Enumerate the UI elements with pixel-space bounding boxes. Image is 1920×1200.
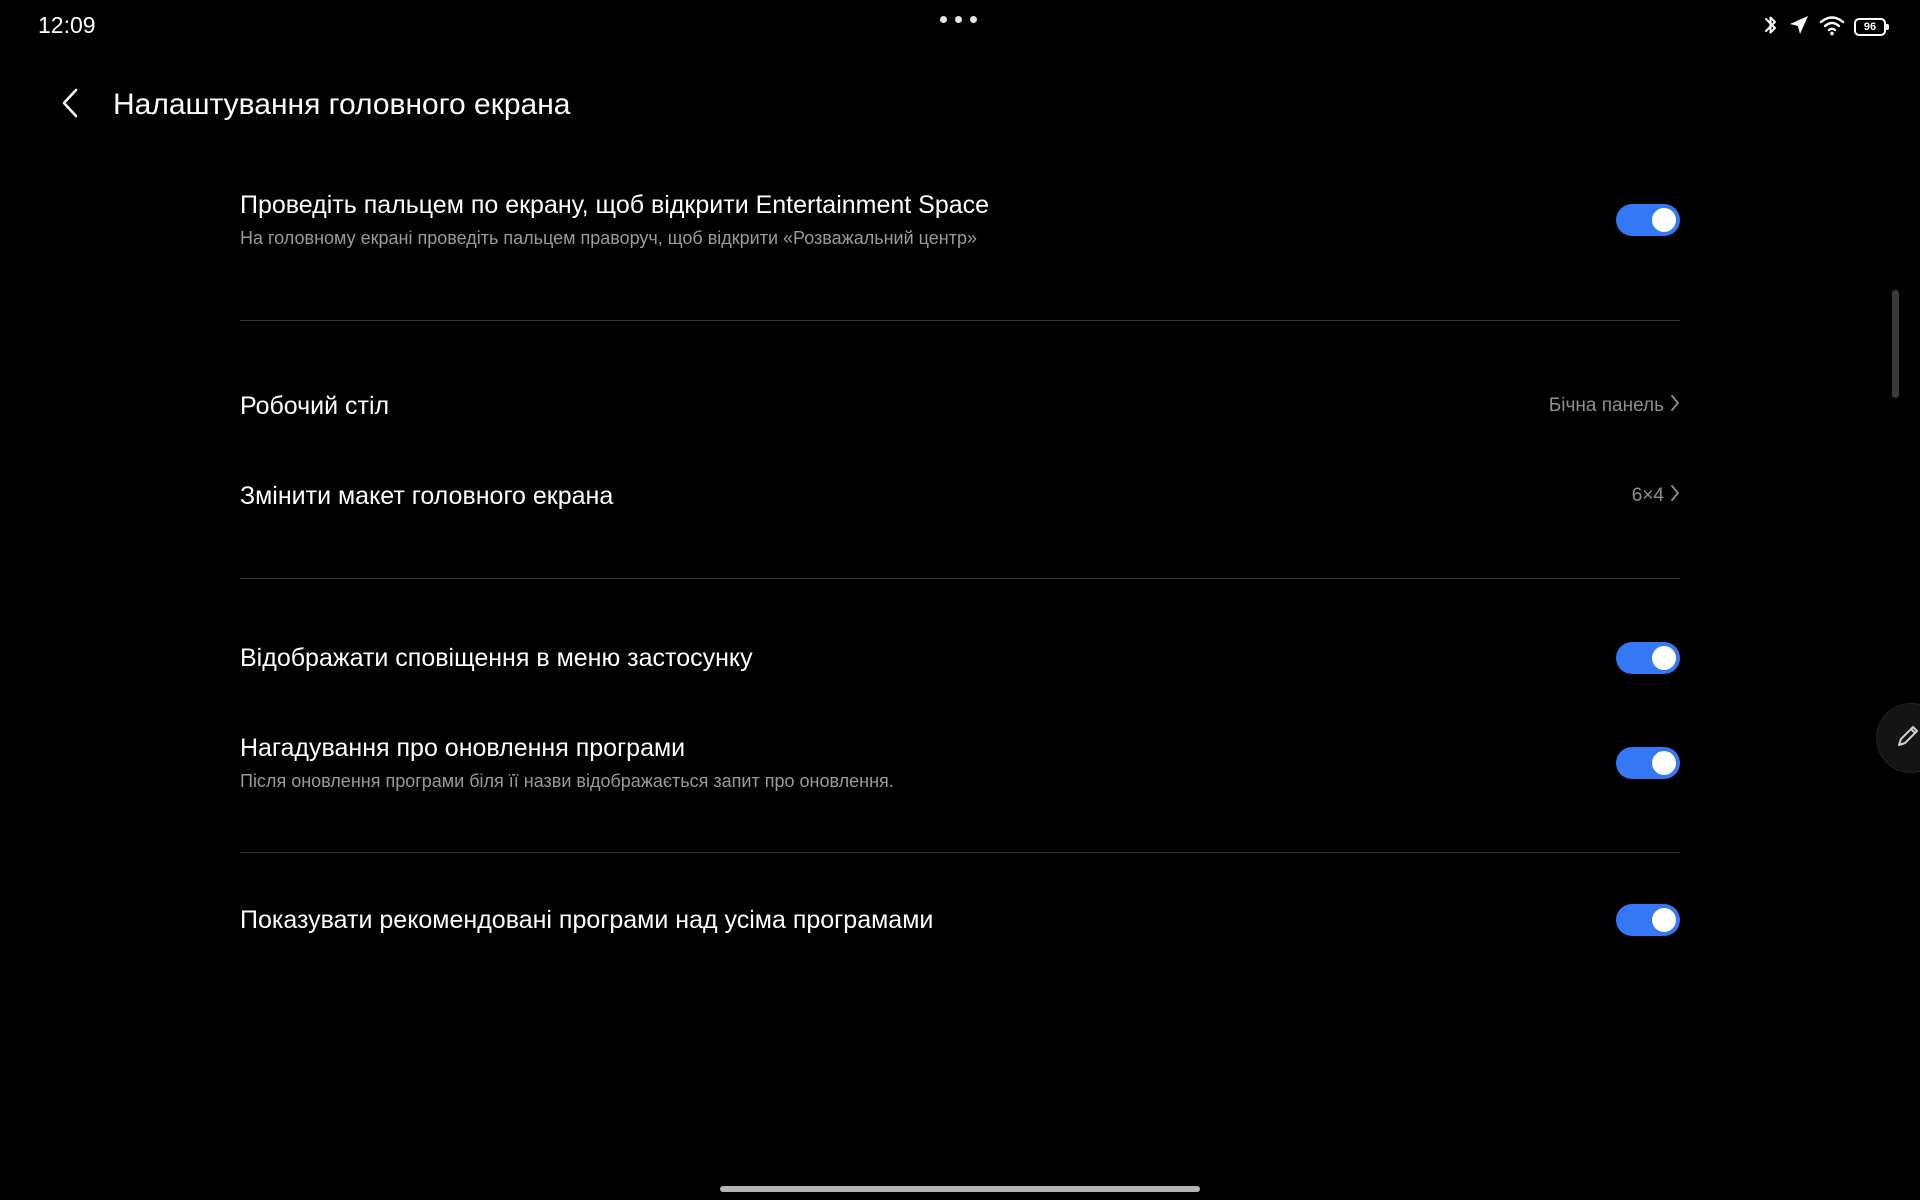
battery-level: 96 [1863, 21, 1877, 33]
setting-value: 6×4 [1631, 485, 1664, 506]
recommended-apps-toggle[interactable] [1616, 904, 1680, 936]
setting-value: Бічна панель [1548, 395, 1664, 416]
pen-icon [1895, 723, 1920, 754]
status-bar: 12:09 96 [0, 0, 1920, 52]
scrollbar[interactable] [1892, 290, 1899, 398]
setting-entertainment-swipe[interactable]: Проведіть пальцем по екрану, щоб відкрит… [240, 170, 1680, 270]
setting-title: Показувати рекомендовані програми над ус… [240, 906, 934, 934]
setting-title: Відображати сповіщення в меню застосунку [240, 644, 753, 672]
location-arrow-icon [1788, 14, 1810, 41]
setting-desktop[interactable]: Робочий стіл Бічна панель [240, 361, 1680, 451]
pen-button[interactable] [1876, 703, 1920, 773]
setting-title: Проведіть пальцем по екрану, щоб відкрит… [240, 191, 990, 219]
setting-layout[interactable]: Змінити макет головного екрана 6×4 [240, 451, 1680, 541]
battery-icon: 96 [1854, 18, 1889, 36]
setting-subtitle: Після оновлення програми біля її назви в… [240, 771, 894, 791]
settings-list: Проведіть пальцем по екрану, щоб відкрит… [240, 160, 1680, 965]
entertainment-swipe-toggle[interactable] [1616, 204, 1680, 236]
setting-title: Робочий стіл [240, 392, 390, 420]
back-button[interactable] [48, 78, 92, 132]
setting-app-menu-notifications[interactable]: Відображати сповіщення в меню застосунку [240, 613, 1680, 703]
home-indicator[interactable] [720, 1186, 1200, 1192]
page-title: Налаштування головного екрана [113, 88, 571, 121]
setting-subtitle: На головному екрані проведіть пальцем пр… [240, 228, 977, 248]
wifi-icon [1818, 14, 1846, 41]
status-time: 12:09 [38, 12, 96, 38]
layout-value-link[interactable]: 6×4 [1632, 484, 1680, 508]
app-menu-notifications-toggle[interactable] [1616, 642, 1680, 674]
update-reminder-toggle[interactable] [1616, 747, 1680, 779]
bluetooth-icon [1762, 13, 1780, 42]
desktop-value-link[interactable]: Бічна панель [1549, 394, 1680, 418]
setting-title: Змінити макет головного екрана [240, 482, 614, 510]
chevron-right-icon [1670, 484, 1680, 508]
chevron-left-icon [60, 87, 80, 124]
chevron-right-icon [1670, 394, 1680, 418]
divider [240, 320, 1680, 321]
more-dots-icon[interactable] [940, 16, 980, 26]
setting-update-reminder[interactable]: Нагадування про оновлення програми Після… [240, 713, 1680, 813]
status-icons: 96 [1762, 12, 1889, 42]
header: Налаштування головного екрана [0, 78, 1920, 132]
setting-recommended-apps[interactable]: Показувати рекомендовані програми над ус… [240, 875, 1680, 965]
setting-title: Нагадування про оновлення програми [240, 734, 686, 762]
divider [240, 578, 1680, 579]
divider [240, 852, 1680, 853]
